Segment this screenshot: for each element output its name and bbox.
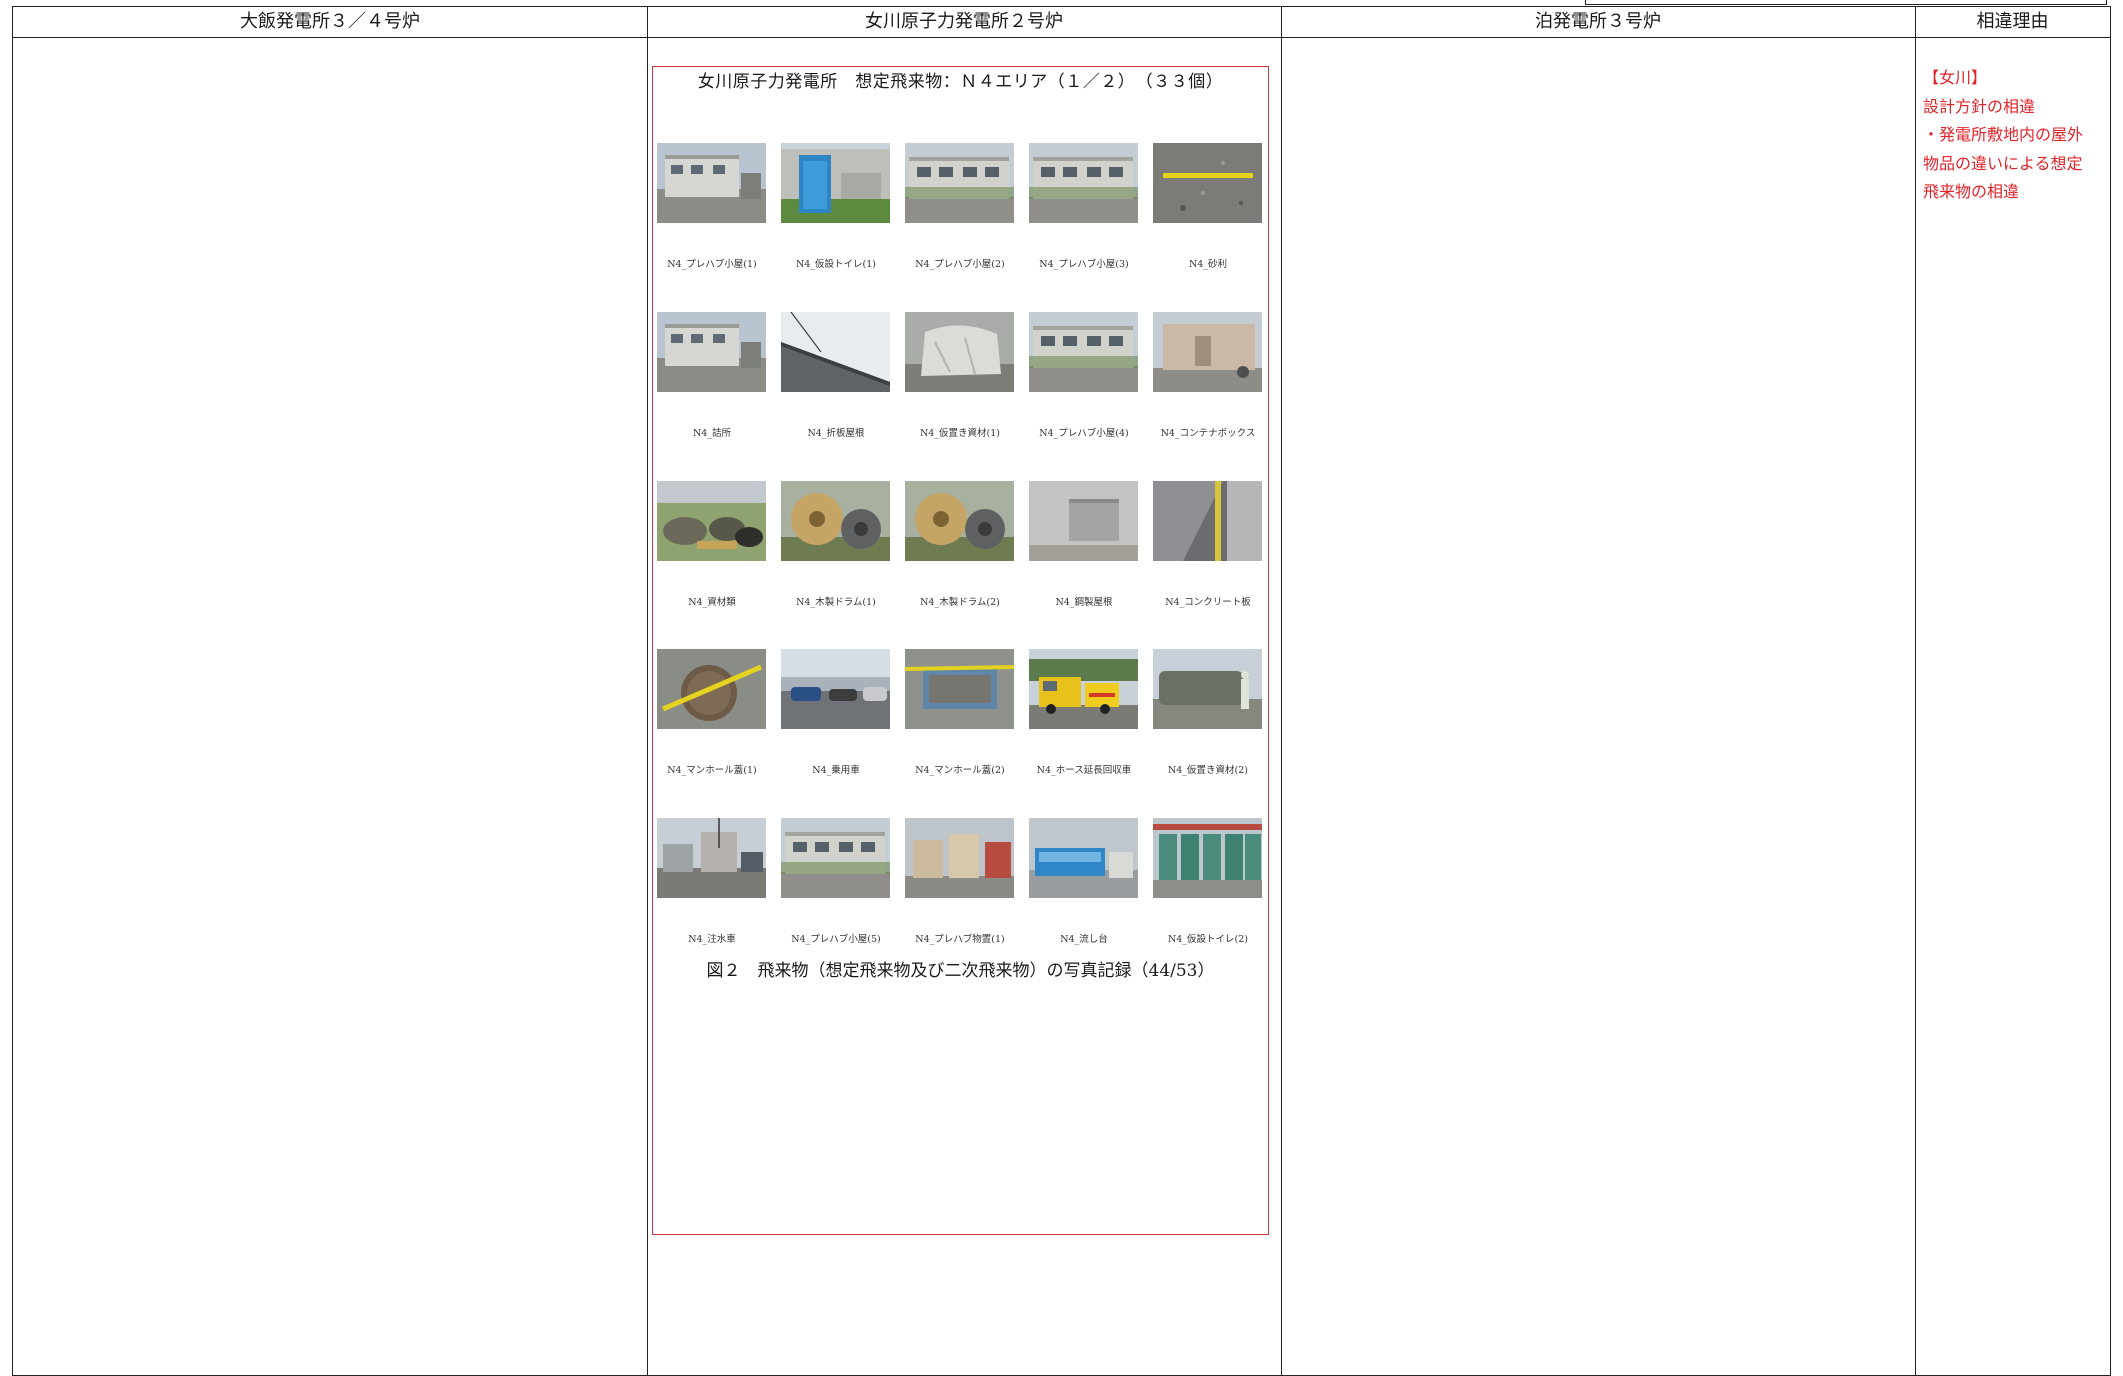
photo-thumbnail — [657, 312, 766, 392]
photo-thumbnail — [905, 312, 1014, 392]
photo-label: N4_コンテナボックス — [1160, 428, 1256, 439]
photo-thumbnail — [1153, 312, 1262, 392]
photo-label: N4_鋼製屋根 — [1055, 597, 1113, 608]
photo-label: N4_注水車 — [688, 934, 736, 945]
header-box — [1585, 0, 2107, 5]
reason-line: 物品の違いによる想定 — [1923, 153, 2083, 173]
figure-page: 女川原子力発電所 想定飛来物：Ｎ４エリア（１／２） （３３個） 図２ 飛来物（想… — [652, 66, 1269, 1235]
photo-thumbnail — [1029, 143, 1138, 223]
photo-thumbnail — [905, 818, 1014, 898]
photo-label: N4_仮設トイレ(2) — [1167, 934, 1249, 945]
column-header-ohi: 大飯発電所３／４号炉 — [240, 11, 420, 32]
header-divider — [13, 37, 2110, 38]
column-header-tomari: 泊発電所３号炉 — [1535, 11, 1661, 32]
photo-thumbnail — [905, 481, 1014, 561]
column-divider — [1915, 7, 1916, 1375]
photo-label: N4_木製ドラム(2) — [920, 597, 1000, 608]
difference-reason: 【女川】設計方針の相違・発電所敷地内の屋外 物品の違いによる想定 飛来物の相違 — [1923, 64, 2103, 207]
figure-title: 女川原子力発電所 想定飛来物：Ｎ４エリア（１／２） （３３個） — [697, 72, 1224, 92]
photo-label: N4_プレハブ小屋(5) — [791, 934, 881, 945]
photo-thumbnail — [1029, 649, 1138, 729]
figure-caption: 図２ 飛来物（想定飛来物及び二次飛来物）の写真記録（44/53） — [706, 961, 1215, 981]
photo-thumbnail — [1153, 649, 1262, 729]
column-divider — [1281, 7, 1282, 1375]
photo-thumbnail — [1029, 481, 1138, 561]
photo-thumbnail — [1153, 143, 1262, 223]
reason-line: 設計方針の相違 — [1923, 96, 2036, 116]
photo-thumbnail — [781, 649, 890, 729]
reason-line: 【女川】 — [1923, 68, 1988, 87]
photo-thumbnail — [1153, 818, 1262, 898]
photo-thumbnail — [657, 481, 766, 561]
photo-thumbnail — [657, 818, 766, 898]
photo-label: N4_プレハブ物置(1) — [915, 934, 1005, 945]
photo-thumbnail — [781, 481, 890, 561]
photo-thumbnail — [657, 649, 766, 729]
photo-label: N4_ホース延長回収車 — [1036, 765, 1132, 776]
photo-label: N4_仮置き資材(2) — [1167, 765, 1249, 776]
photo-label: N4_マンホール蓋(1) — [667, 765, 757, 776]
photo-label: N4_資材類 — [688, 597, 736, 608]
column-divider — [647, 7, 648, 1375]
photo-thumbnail — [781, 311, 890, 392]
column-header-reason: 相違理由 — [1976, 11, 2049, 32]
photo-label: N4_プレハブ小屋(1) — [667, 259, 757, 270]
photo-label: N4_木製ドラム(1) — [796, 597, 876, 608]
photo-thumbnail — [904, 649, 1015, 729]
photo-label: N4_プレハブ小屋(3) — [1039, 259, 1129, 270]
photo-thumbnail — [1029, 818, 1138, 898]
photo-label: N4_砂利 — [1188, 259, 1228, 270]
photo-thumbnail — [781, 143, 890, 223]
photo-label: N4_プレハブ小屋(4) — [1039, 428, 1129, 439]
photo-label: N4_折板屋根 — [807, 428, 865, 439]
photo-label: N4_コンクリート板 — [1165, 597, 1251, 608]
photo-label: N4_乗用車 — [812, 765, 860, 776]
reason-line: ・発電所敷地内の屋外 — [1923, 125, 2084, 144]
photo-thumbnail — [781, 818, 890, 898]
photo-label: N4_仮置き資材(1) — [919, 428, 1001, 439]
photo-label: N4_流し台 — [1060, 934, 1108, 945]
photo-label: N4_詰所 — [692, 428, 732, 439]
photo-label: N4_プレハブ小屋(2) — [915, 259, 1005, 270]
photo-thumbnail — [657, 143, 766, 223]
photo-thumbnail — [1029, 312, 1138, 392]
photo-thumbnail — [1153, 481, 1262, 561]
column-header-onagawa: 女川原子力発電所２号炉 — [865, 11, 1063, 32]
photo-label: N4_マンホール蓋(2) — [915, 765, 1005, 776]
reason-line: 飛来物の相違 — [1923, 182, 2020, 201]
photo-thumbnail — [905, 143, 1014, 223]
photo-label: N4_仮設トイレ(1) — [795, 259, 877, 270]
